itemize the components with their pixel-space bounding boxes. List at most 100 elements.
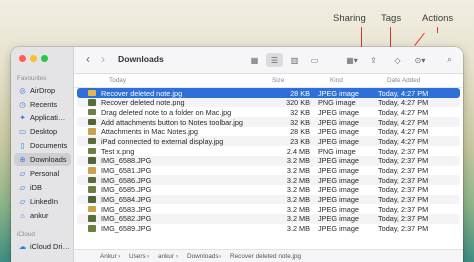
column-kind[interactable]: Kind: [330, 77, 343, 84]
file-thumbnail-icon: [88, 89, 96, 96]
file-kind: PNG image: [318, 146, 356, 156]
file-kind: JPEG image: [318, 224, 359, 234]
group-icon[interactable]: ▦▾: [342, 53, 362, 67]
file-row[interactable]: IMG_6588.JPG 3.2 MB JPEG image Today, 2:37 …: [77, 155, 460, 166]
file-name: IMG_6581.JPG: [101, 166, 152, 175]
file-date-added: Today, 2:37 PM: [378, 146, 429, 156]
file-kind: JPEG image: [318, 127, 359, 137]
file-row[interactable]: Test x.png 2.4 MB PNG image Today, 2:37 PM: [77, 146, 460, 156]
file-size: 28 KB: [290, 88, 310, 98]
zoom-window-button[interactable]: [41, 55, 48, 62]
list-view-icon[interactable]: ☰: [266, 53, 283, 67]
file-size: 3.2 MB: [286, 214, 310, 224]
path-bar: Ankur › Users › ankur › Downloads › Reco…: [74, 249, 463, 262]
file-thumbnail-icon: [88, 118, 96, 126]
file-size: 3.2 MB: [286, 156, 310, 166]
forward-button[interactable]: ›: [101, 53, 105, 65]
file-date-added: Today, 4:27 PM: [378, 117, 429, 127]
file-row[interactable]: Recover deleted note.png 320 KB PNG image T…: [77, 97, 460, 108]
download-icon: ⊕: [19, 155, 26, 164]
file-size: 2.4 MB: [286, 146, 310, 156]
sidebar-item-label: iDB: [30, 183, 42, 192]
sidebar-item-applications[interactable]: ✦ Applicati…: [14, 111, 71, 124]
file-row[interactable]: iPad connected to external display.jpg 23…: [77, 136, 460, 147]
file-kind: JPEG image: [318, 185, 359, 195]
more-icon[interactable]: ⊙▾: [410, 53, 430, 67]
sidebar-item-icloud-drive[interactable]: ☁ iCloud Dri…: [14, 240, 71, 253]
sidebar-item-ankur[interactable]: ⌂ ankur: [14, 209, 71, 222]
share-icon[interactable]: ⇪: [365, 53, 382, 67]
file-size: 3.2 MB: [286, 175, 310, 185]
file-size: 3.2 MB: [286, 185, 310, 195]
file-row[interactable]: Drag deleted note to a folder on Mac.jpg…: [77, 107, 460, 117]
actions-pointer-diag: [414, 32, 425, 46]
file-kind: JPEG image: [318, 117, 359, 127]
finder-window: Favourites ◎ AirDrop ◷ Recents ✦ Applicati……: [11, 47, 463, 262]
file-thumbnail-icon: [88, 99, 96, 106]
sidebar-item-airdrop[interactable]: ◎ AirDrop: [14, 84, 71, 97]
file-name: IMG_6583.JPG: [101, 204, 152, 214]
sidebar-item-label: Documents: [30, 141, 68, 150]
file-row[interactable]: IMG_6589.JPG 3.2 MB JPEG image Today, 2:37 …: [77, 224, 460, 234]
file-kind: PNG image: [318, 98, 356, 108]
close-window-button[interactable]: [19, 55, 26, 62]
file-thumbnail-icon: [88, 128, 96, 135]
path-segment[interactable]: Recover deleted note.jpg: [230, 253, 301, 260]
search-icon[interactable]: ⌕: [441, 53, 458, 67]
grid-view-icon[interactable]: ▦: [246, 53, 263, 67]
sidebar-item-recents[interactable]: ◷ Recents: [14, 98, 71, 111]
annotation-sharing: Sharing: [333, 13, 366, 24]
file-row[interactable]: IMG_6584.JPG 3.2 MB JPEG image Today, 2:37 …: [77, 194, 460, 205]
path-segment[interactable]: ankur: [158, 253, 174, 260]
file-row[interactable]: IMG_6586.JPG 3.2 MB JPEG image Today, 2:37 …: [77, 175, 460, 185]
file-kind: JPEG image: [318, 195, 359, 205]
file-row[interactable]: IMG_6582.JPG 3.2 MB JPEG image Today, 2:37 …: [77, 213, 460, 224]
column-view-icon[interactable]: ▥: [286, 53, 303, 67]
sidebar-item-desktop[interactable]: ▭ Desktop: [14, 125, 71, 138]
file-thumbnail-icon: [88, 176, 96, 184]
path-segment[interactable]: Users: [129, 253, 146, 260]
file-size: 32 KB: [290, 117, 310, 127]
file-size: 320 KB: [286, 98, 310, 108]
file-size: 28 KB: [290, 127, 310, 137]
sidebar-item-label: AirDrop: [30, 86, 56, 95]
file-thumbnail-icon: [88, 215, 96, 222]
back-button[interactable]: ‹: [86, 53, 90, 65]
file-row[interactable]: IMG_6585.JPG 3.2 MB JPEG image Today, 2:37 …: [77, 185, 460, 195]
annotation-actions: Actions: [422, 13, 454, 24]
sidebar-section-icloud: iCloud: [17, 231, 35, 238]
window-title: Downloads: [118, 54, 164, 64]
file-row[interactable]: Attachments in Mac Notes.jpg 28 KB JPEG im…: [77, 127, 460, 137]
sidebar-item-label: Desktop: [30, 127, 58, 136]
column-today[interactable]: Today: [109, 77, 126, 84]
file-date-added: Today, 4:27 PM: [378, 127, 429, 137]
file-kind: JPEG image: [318, 214, 359, 224]
path-segment[interactable]: Ankur: [100, 253, 117, 260]
sidebar-item-label: Personal: [30, 169, 60, 178]
file-row[interactable]: IMG_6583.JPG 3.2 MB JPEG image Today, 2:37 …: [77, 204, 460, 214]
path-separator: ›: [176, 253, 179, 260]
cloud-icon: ☁: [18, 242, 27, 251]
file-row[interactable]: Add attachments button to Notes toolbar.…: [77, 117, 460, 127]
sidebar-item-documents[interactable]: ▯ Documents: [14, 139, 71, 152]
gallery-view-icon[interactable]: ▭: [306, 53, 323, 67]
file-kind: JPEG image: [318, 88, 359, 98]
airdrop-icon: ◎: [19, 86, 26, 95]
sidebar-item-downloads[interactable]: ⊕ Downloads: [14, 153, 71, 166]
path-segment[interactable]: Downloads: [187, 253, 219, 260]
column-date-added[interactable]: Date Added: [387, 77, 420, 84]
tag-icon[interactable]: ◇: [389, 53, 406, 67]
file-row[interactable]: Recover deleted note.jpg 28 KB JPEG image T…: [77, 88, 460, 98]
file-date-added: Today, 4:27 PM: [378, 107, 429, 117]
file-kind: JPEG image: [318, 107, 359, 117]
sidebar-item-personal[interactable]: ▱ Personal: [14, 167, 71, 180]
sidebar-item-idb[interactable]: ▱ iDB: [14, 181, 71, 194]
minimize-window-button[interactable]: [30, 55, 37, 62]
file-name: Recover deleted note.png: [101, 98, 185, 108]
sidebar-item-linkedin[interactable]: ▱ LinkedIn: [14, 195, 71, 208]
sharing-pointer: [361, 27, 362, 48]
file-row[interactable]: IMG_6581.JPG 3.2 MB JPEG image Today, 2:37 …: [77, 166, 460, 176]
file-thumbnail-icon: [88, 225, 96, 232]
column-size[interactable]: Size: [272, 77, 284, 84]
file-kind: JPEG image: [318, 166, 359, 175]
